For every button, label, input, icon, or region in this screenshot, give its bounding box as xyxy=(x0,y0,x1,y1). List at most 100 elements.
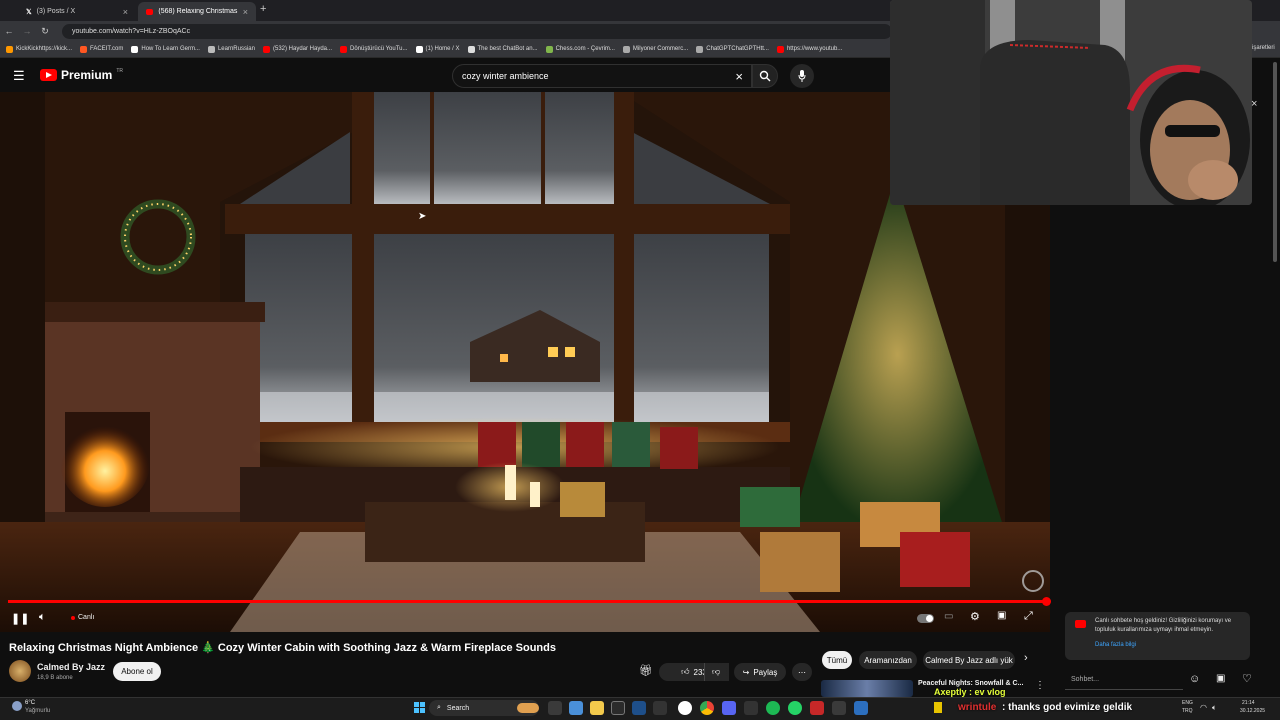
discord-icon[interactable] xyxy=(722,701,736,715)
reload-icon[interactable]: ↻ xyxy=(36,26,54,37)
windows-start-icon[interactable] xyxy=(414,702,425,713)
channel-name[interactable]: Calmed By Jazz xyxy=(37,662,105,672)
close-icon[interactable]: × xyxy=(1251,98,1257,110)
bookmark-item[interactable]: ChatGPTChatGPTHtt... xyxy=(696,45,769,53)
clock-date[interactable]: 30.12.2025 xyxy=(1240,708,1265,714)
channel-avatar[interactable] xyxy=(9,660,31,682)
bookmark-item[interactable]: FACEIT.com xyxy=(80,45,123,53)
stream-overlay-text: Axeptly : ev vlog xyxy=(934,687,1006,697)
chevron-right-icon[interactable]: › xyxy=(1024,652,1028,664)
app-icon[interactable] xyxy=(653,701,667,715)
chip-from-search[interactable]: Aramanızdan xyxy=(859,651,917,669)
tab-label: (3) Posts / X xyxy=(36,8,76,15)
search-button[interactable] xyxy=(752,64,778,88)
taskbar-search[interactable]: ⌕ Search xyxy=(429,700,539,716)
tab-youtube-video[interactable]: (568) Relaxing Christmas N × xyxy=(138,2,256,21)
youtube-logo[interactable]: Premium TR xyxy=(40,68,123,82)
bookmark-favicon-icon xyxy=(207,45,215,53)
subtitles-icon[interactable]: ▭ xyxy=(944,611,953,622)
product-icon[interactable]: ▣ xyxy=(1216,673,1225,684)
back-icon[interactable]: ← xyxy=(0,26,18,36)
subscribe-button[interactable]: Abone ol xyxy=(113,662,161,681)
share-button[interactable]: ↪ Paylaş xyxy=(734,663,786,681)
url-field[interactable]: youtube.com/watch?v=HLz-ZBOqACc xyxy=(62,23,892,39)
speaker-icon[interactable]: 🔈︎ xyxy=(1212,703,1217,713)
language-bottom[interactable]: TRQ xyxy=(1182,708,1193,714)
autoplay-toggle[interactable] xyxy=(917,614,934,623)
bookmark-item[interactable]: KickKickhttps://kick... xyxy=(6,45,72,53)
hamburger-icon[interactable]: ☰ xyxy=(13,68,25,84)
bookmark-item[interactable]: The best ChatBot an... xyxy=(467,45,538,53)
mouse-cursor-icon: ➤ xyxy=(418,211,427,222)
progress-scrubber[interactable] xyxy=(1042,597,1051,606)
spotify-icon[interactable] xyxy=(766,701,780,715)
emoji-icon[interactable]: ☺ xyxy=(1189,673,1200,685)
next-video-title[interactable]: Peaceful Nights: Snowfall & C... xyxy=(918,680,1023,687)
forward-icon[interactable]: → xyxy=(18,26,36,36)
dislike-button[interactable]: 👎︎ xyxy=(704,663,727,681)
language-top[interactable]: ENG xyxy=(1182,700,1193,706)
bookmark-item[interactable]: Dönüştürücü YouTu... xyxy=(340,45,408,53)
bookmark-label: (1) Home / X xyxy=(425,46,460,52)
new-tab-icon[interactable]: + xyxy=(260,3,266,15)
bookmark-item[interactable]: https://www.youtub... xyxy=(776,45,842,53)
close-tab-icon[interactable]: × xyxy=(123,7,128,17)
close-icon[interactable]: × xyxy=(735,69,743,84)
bookmark-label: Milyoner Commerc... xyxy=(632,46,689,52)
close-tab-icon[interactable]: × xyxy=(243,7,248,17)
bookmark-item[interactable]: LearnRussian xyxy=(207,45,255,53)
app-icon[interactable] xyxy=(854,701,868,715)
bookmark-item[interactable]: How To Learn Germ... xyxy=(131,45,200,53)
app-icon[interactable] xyxy=(832,701,846,715)
app-icon[interactable] xyxy=(611,701,625,715)
voice-search-button[interactable] xyxy=(790,64,814,88)
learn-more-link[interactable]: Daha fazla bilgi xyxy=(1095,641,1244,650)
progress-bar[interactable] xyxy=(8,600,1048,603)
next-video-menu-icon[interactable]: ⋮ xyxy=(1035,680,1045,691)
tab-x-posts[interactable]: 𝕏 (3) Posts / X × xyxy=(18,2,136,21)
chrome-icon[interactable] xyxy=(700,701,714,715)
live-indicator[interactable]: Canlı xyxy=(71,614,94,621)
bookmark-label: How To Learn Germ... xyxy=(141,46,200,52)
chat-input[interactable]: Sohbet... xyxy=(1065,670,1183,690)
clock-time[interactable]: 21:14 xyxy=(1242,700,1255,706)
volume-icon[interactable]: 🔈︎ xyxy=(39,611,46,624)
weather-place[interactable]: Yağmurlu xyxy=(25,708,50,714)
github-icon[interactable] xyxy=(678,701,692,715)
steam-icon[interactable] xyxy=(632,701,646,715)
fullscreen-icon[interactable]: ⤢ xyxy=(1024,610,1033,623)
chat-placeholder: Sohbet... xyxy=(1071,676,1100,683)
gift-icon[interactable]: 🎁︎ xyxy=(639,664,653,677)
wifi-icon[interactable]: ◠ xyxy=(1200,703,1207,712)
settings-gear-icon[interactable]: ⚙ xyxy=(970,610,980,623)
chip-channel-uploads[interactable]: Calmed By Jazz adlı yük xyxy=(923,651,1015,669)
miniplayer-icon[interactable]: ▣ xyxy=(997,610,1006,621)
bookmark-item[interactable]: (532) Haydar Hayda... xyxy=(262,45,332,53)
app-icon[interactable] xyxy=(810,701,824,715)
bookmark-favicon-icon xyxy=(415,45,423,53)
bookmark-favicon-icon xyxy=(776,45,784,53)
weather-icon[interactable] xyxy=(12,701,22,711)
pause-icon[interactable]: ❚❚ xyxy=(11,612,29,625)
whatsapp-icon[interactable] xyxy=(788,701,802,715)
bookmark-item[interactable]: Milyoner Commerc... xyxy=(622,45,689,53)
bookmark-favicon-icon xyxy=(340,45,348,53)
task-view-icon[interactable] xyxy=(548,701,562,715)
heart-icon[interactable]: ♡ xyxy=(1242,672,1252,685)
more-actions-icon[interactable]: ⋯ xyxy=(792,663,812,681)
chip-all[interactable]: Tümü xyxy=(822,651,852,669)
file-explorer-icon[interactable] xyxy=(590,701,604,715)
bookmark-favicon-icon xyxy=(696,45,704,53)
weather-temp[interactable]: 6°C xyxy=(25,700,35,706)
app-icon[interactable] xyxy=(744,701,758,715)
widgets-icon[interactable] xyxy=(569,701,583,715)
live-label: Canlı xyxy=(78,614,95,621)
search-highlight-icon xyxy=(517,703,539,713)
search-input[interactable]: cozy winter ambience × xyxy=(452,64,752,88)
bookmark-item[interactable]: Chess.com - Çevrim... xyxy=(545,45,615,53)
next-video-thumbnail[interactable] xyxy=(821,680,913,697)
all-bookmarks-label[interactable]: işaretleri xyxy=(1252,45,1275,51)
bookmark-item[interactable]: (1) Home / X xyxy=(415,45,460,53)
scrollbar-thumb[interactable] xyxy=(1273,62,1277,262)
channel-watermark-icon[interactable] xyxy=(1022,570,1044,592)
